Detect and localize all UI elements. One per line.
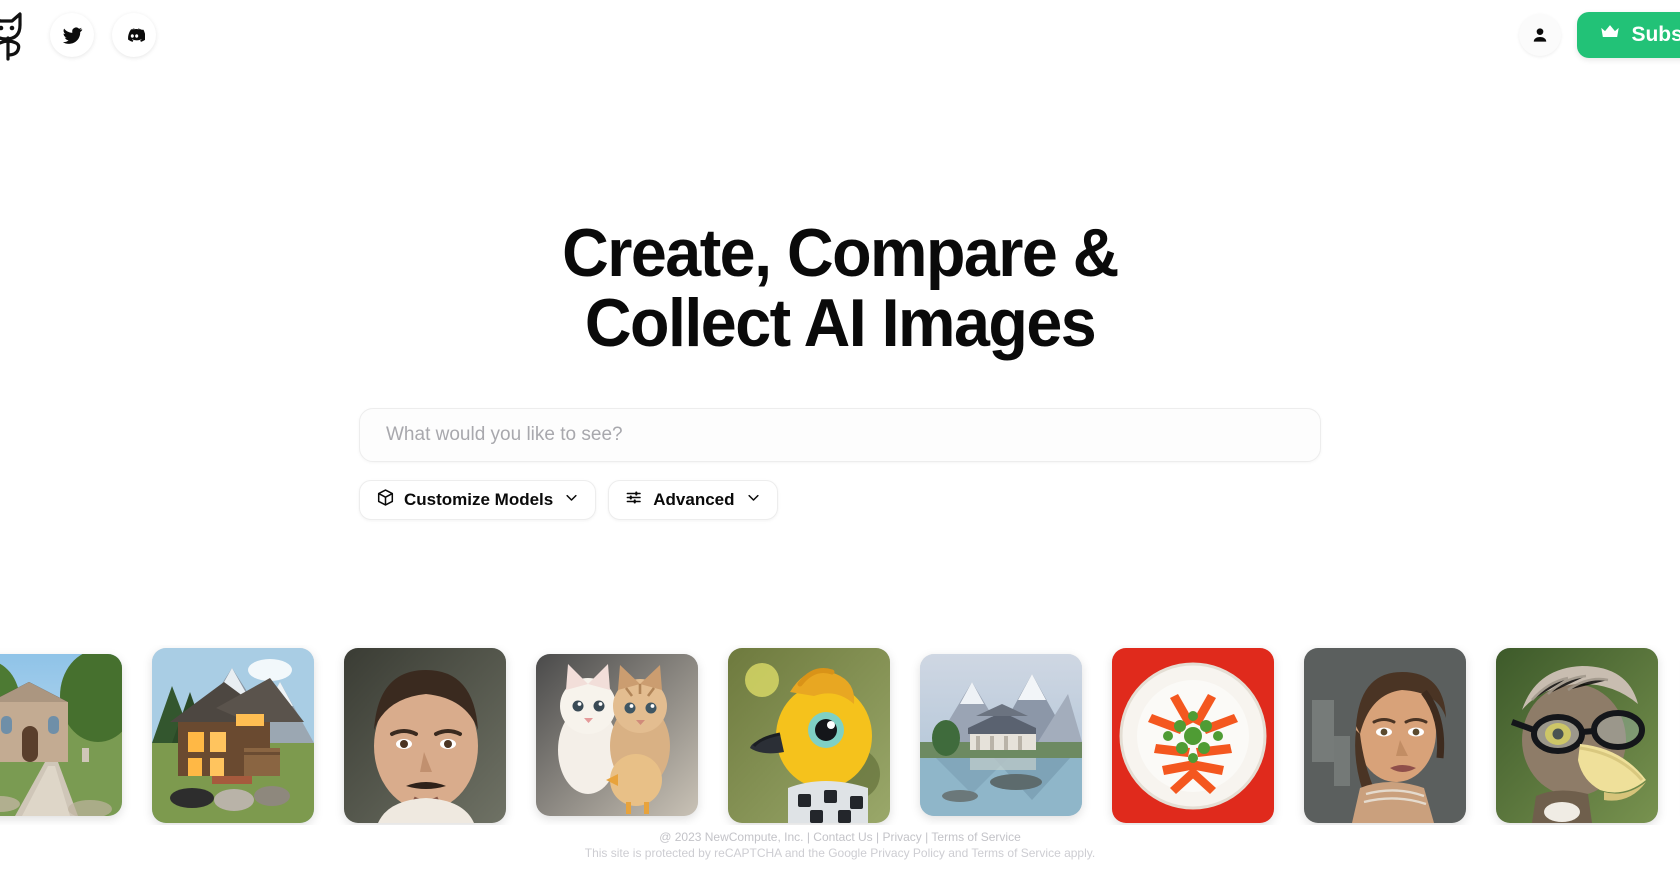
- gallery-item-mansion-driveway-image[interactable]: [0, 654, 122, 816]
- footer: @ 2023 NewCompute, Inc. | Contact Us | P…: [0, 830, 1680, 862]
- action-buttons-row: Customize Models Advanced: [359, 480, 1321, 521]
- hero-section: Create, Compare & Collect AI Images Cust…: [0, 0, 1680, 640]
- crown-icon: [1599, 21, 1621, 49]
- discord-icon[interactable]: [112, 13, 156, 57]
- gallery-item-mountain-lodge-image[interactable]: [152, 647, 314, 823]
- gallery-item-eagle-glasses-image[interactable]: [1496, 647, 1658, 823]
- top-bar: Subscribe: [0, 0, 1680, 70]
- subscribe-label: Subscribe: [1631, 23, 1680, 46]
- chevron-down-icon: [746, 490, 761, 510]
- top-bar-left-group: [0, 9, 156, 61]
- footer-separator-3: |: [925, 830, 929, 845]
- customize-models-label: Customize Models: [404, 490, 554, 510]
- headline-line-2: Collect AI Images: [584, 285, 1097, 362]
- privacy-link[interactable]: Privacy: [882, 830, 921, 844]
- footer-separator-1: |: [806, 830, 810, 845]
- customize-models-button[interactable]: Customize Models: [359, 480, 597, 521]
- cat-logo-icon[interactable]: [0, 9, 32, 61]
- search-input[interactable]: [359, 408, 1321, 463]
- cube-icon: [376, 488, 395, 512]
- gallery-item-yellow-bird-image[interactable]: [728, 647, 890, 823]
- footer-links-line: @ 2023 NewCompute, Inc. | Contact Us | P…: [0, 830, 1680, 846]
- twitter-icon[interactable]: [50, 13, 94, 57]
- contact-us-link[interactable]: Contact Us: [813, 830, 872, 844]
- search-area: Customize Models: [359, 408, 1321, 521]
- gallery-item-carrots-plate-image[interactable]: [1112, 647, 1274, 823]
- terms-of-service-link[interactable]: Terms of Service: [931, 830, 1020, 844]
- sliders-icon: [625, 488, 644, 512]
- gallery-item-kittens-chick-image[interactable]: [536, 654, 698, 816]
- advanced-button[interactable]: Advanced: [608, 480, 778, 521]
- advanced-label: Advanced: [653, 490, 735, 510]
- gallery-item-mountain-villa-image[interactable]: [920, 654, 1082, 816]
- footer-separator-2: |: [876, 830, 880, 845]
- subscribe-button[interactable]: Subscribe: [1577, 12, 1680, 58]
- image-gallery-strip[interactable]: [0, 645, 1680, 825]
- top-bar-right-group: Subscribe: [1519, 12, 1680, 58]
- person-icon[interactable]: [1519, 14, 1562, 56]
- gallery-item-woman-portrait-image[interactable]: [1304, 647, 1466, 823]
- headline-line-1: Create, Compare &: [562, 215, 1119, 291]
- copyright-text: @ 2023 NewCompute, Inc.: [659, 830, 804, 845]
- gallery-item-man-portrait-image[interactable]: [344, 647, 506, 823]
- page-title: Create, Compare & Collect AI Images: [479, 218, 1201, 358]
- recaptcha-notice: This site is protected by reCAPTCHA and …: [584, 846, 1096, 861]
- chevron-down-icon: [564, 490, 579, 510]
